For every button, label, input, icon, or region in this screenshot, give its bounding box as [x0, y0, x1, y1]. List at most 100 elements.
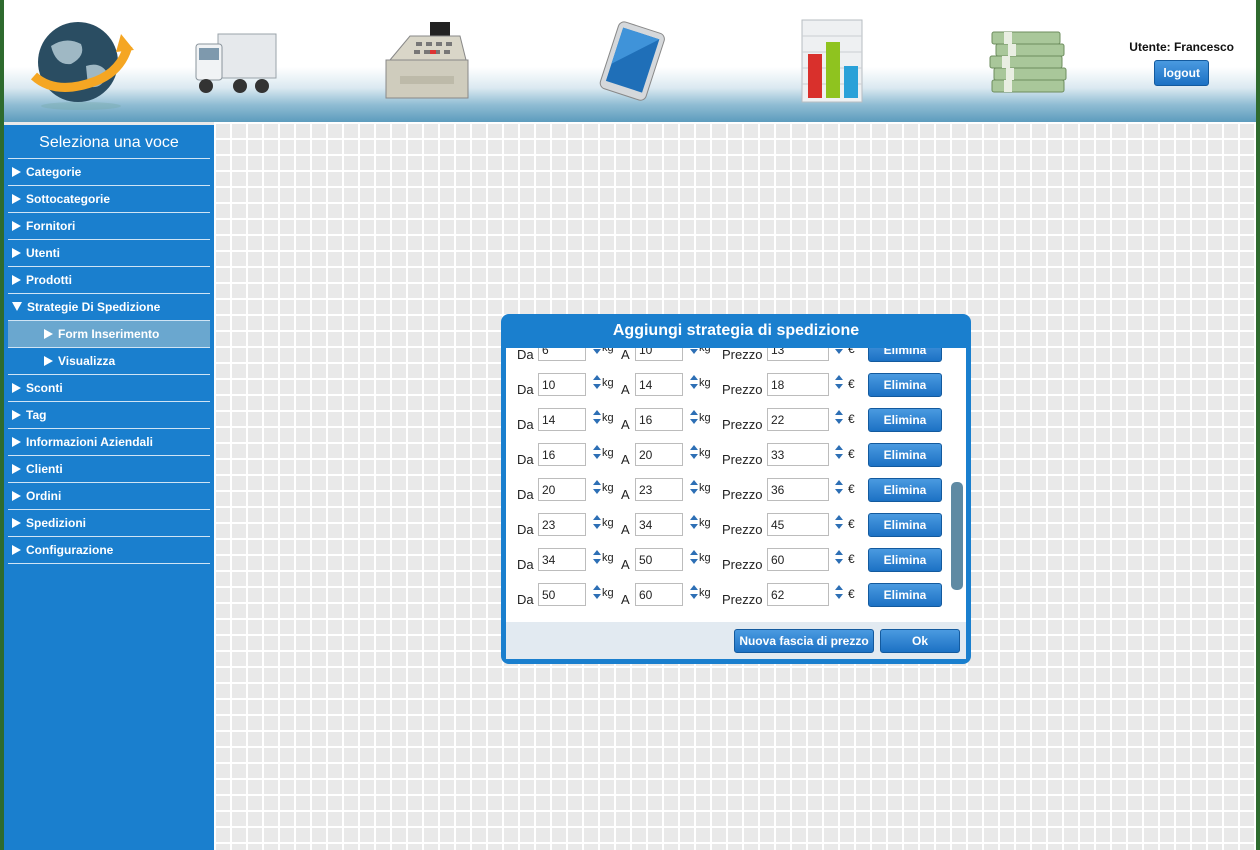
from-weight-stepper-icon[interactable]: [593, 480, 601, 494]
sidebar-title: Seleziona una voce: [8, 125, 210, 159]
price-input[interactable]: 18: [767, 373, 829, 396]
delete-band-button[interactable]: Elimina: [868, 348, 942, 362]
sidebar-item-label: Configurazione: [26, 543, 114, 557]
sidebar-item-clienti[interactable]: Clienti: [8, 456, 210, 483]
to-weight-stepper-icon[interactable]: [690, 585, 698, 599]
globe-icon: [30, 22, 134, 110]
delete-band-button[interactable]: Elimina: [868, 478, 942, 502]
sidebar-subitem-form-inserimento[interactable]: Form Inserimento: [8, 321, 210, 348]
to-weight-input[interactable]: 50: [635, 548, 683, 571]
price-band-row: Da 6 kg A 10 kg Prezzo 13 € Elimina: [506, 348, 946, 373]
scrollbar-thumb[interactable]: [951, 482, 963, 590]
price-input[interactable]: 22: [767, 408, 829, 431]
sidebar-item-ordini[interactable]: Ordini: [8, 483, 210, 510]
currency-label: €: [848, 482, 855, 496]
from-weight-stepper-icon[interactable]: [593, 410, 601, 424]
currency-label: €: [848, 377, 855, 391]
price-stepper-icon[interactable]: [835, 348, 843, 354]
price-stepper-icon[interactable]: [835, 585, 843, 599]
price-stepper-icon[interactable]: [835, 550, 843, 564]
sidebar-item-utenti[interactable]: Utenti: [8, 240, 210, 267]
delete-band-button[interactable]: Elimina: [868, 583, 942, 607]
from-weight-input[interactable]: 14: [538, 408, 586, 431]
sidebar-item-fornitori[interactable]: Fornitori: [8, 213, 210, 240]
logout-button[interactable]: logout: [1154, 60, 1209, 86]
currency-label: €: [848, 587, 855, 601]
from-weight-input[interactable]: 34: [538, 548, 586, 571]
price-label: Prezzo: [722, 417, 763, 432]
from-label: Da: [517, 417, 534, 432]
from-weight-input[interactable]: 10: [538, 373, 586, 396]
price-stepper-icon[interactable]: [835, 375, 843, 389]
to-weight-stepper-icon[interactable]: [690, 375, 698, 389]
to-weight-stepper-icon[interactable]: [690, 480, 698, 494]
sidebar-item-informazioni-aziendali[interactable]: Informazioni Aziendali: [8, 429, 210, 456]
from-unit-label: kg: [602, 348, 614, 354]
price-input[interactable]: 33: [767, 443, 829, 466]
from-label: Da: [517, 452, 534, 467]
sidebar-subitem-visualizza[interactable]: Visualizza: [8, 348, 210, 375]
to-weight-stepper-icon[interactable]: [690, 445, 698, 459]
chevron-right-icon: [44, 356, 53, 366]
delete-band-button[interactable]: Elimina: [868, 548, 942, 572]
price-stepper-icon[interactable]: [835, 480, 843, 494]
to-weight-input[interactable]: 60: [635, 583, 683, 606]
cash-register-icon: [385, 22, 469, 99]
from-weight-input[interactable]: 6: [538, 348, 586, 361]
sidebar-item-tag[interactable]: Tag: [8, 402, 210, 429]
price-stepper-icon[interactable]: [835, 445, 843, 459]
price-input[interactable]: 13: [767, 348, 829, 361]
sidebar-item-strategie-di-spedizione[interactable]: Strategie Di Spedizione: [8, 294, 210, 321]
to-weight-stepper-icon[interactable]: [690, 348, 698, 354]
chevron-right-icon: [12, 167, 21, 177]
to-weight-input[interactable]: 14: [635, 373, 683, 396]
price-stepper-icon[interactable]: [835, 515, 843, 529]
delete-band-button[interactable]: Elimina: [868, 408, 942, 432]
to-weight-stepper-icon[interactable]: [690, 550, 698, 564]
price-band-list: Da 6 kg A 10 kg Prezzo 13 € Elimina Da 10 kg A 14 kg Pre…: [506, 348, 946, 618]
price-stepper-icon[interactable]: [835, 410, 843, 424]
from-weight-stepper-icon[interactable]: [593, 550, 601, 564]
from-weight-stepper-icon[interactable]: [593, 515, 601, 529]
from-weight-input[interactable]: 23: [538, 513, 586, 536]
from-weight-stepper-icon[interactable]: [593, 348, 601, 354]
app-frame: Utente: Francesco logout Seleziona una v…: [4, 0, 1256, 850]
from-weight-stepper-icon[interactable]: [593, 585, 601, 599]
chevron-right-icon: [12, 518, 21, 528]
chevron-right-icon: [12, 275, 21, 285]
delete-band-button[interactable]: Elimina: [868, 443, 942, 467]
to-weight-stepper-icon[interactable]: [690, 410, 698, 424]
to-weight-stepper-icon[interactable]: [690, 515, 698, 529]
new-price-band-button[interactable]: Nuova fascia di prezzo: [734, 629, 874, 653]
to-unit-label: kg: [699, 587, 711, 599]
sidebar-item-categorie[interactable]: Categorie: [8, 159, 210, 186]
to-weight-input[interactable]: 20: [635, 443, 683, 466]
price-band-row: Da 16 kg A 20 kg Prezzo 33 € Elimina: [506, 443, 946, 478]
price-input[interactable]: 62: [767, 583, 829, 606]
price-input[interactable]: 60: [767, 548, 829, 571]
to-label: A: [621, 417, 630, 432]
price-input[interactable]: 36: [767, 478, 829, 501]
price-input[interactable]: 45: [767, 513, 829, 536]
ok-button[interactable]: Ok: [880, 629, 960, 653]
from-weight-input[interactable]: 20: [538, 478, 586, 501]
to-weight-input[interactable]: 10: [635, 348, 683, 361]
from-weight-input[interactable]: 16: [538, 443, 586, 466]
currency-label: €: [848, 412, 855, 426]
from-weight-stepper-icon[interactable]: [593, 375, 601, 389]
sidebar-item-sconti[interactable]: Sconti: [8, 375, 210, 402]
sidebar-item-configurazione[interactable]: Configurazione: [8, 537, 210, 564]
delete-band-button[interactable]: Elimina: [868, 513, 942, 537]
sidebar-item-sottocategorie[interactable]: Sottocategorie: [8, 186, 210, 213]
to-weight-input[interactable]: 16: [635, 408, 683, 431]
delete-band-button[interactable]: Elimina: [868, 373, 942, 397]
sidebar-item-spedizioni[interactable]: Spedizioni: [8, 510, 210, 537]
to-weight-input[interactable]: 34: [635, 513, 683, 536]
dialog-body: Da 6 kg A 10 kg Prezzo 13 € Elimina Da 10 kg A 14 kg Pre…: [506, 348, 966, 622]
from-weight-input[interactable]: 50: [538, 583, 586, 606]
scrollbar[interactable]: [950, 348, 964, 622]
to-weight-input[interactable]: 23: [635, 478, 683, 501]
from-weight-stepper-icon[interactable]: [593, 445, 601, 459]
from-unit-label: kg: [602, 587, 614, 599]
sidebar-item-prodotti[interactable]: Prodotti: [8, 267, 210, 294]
